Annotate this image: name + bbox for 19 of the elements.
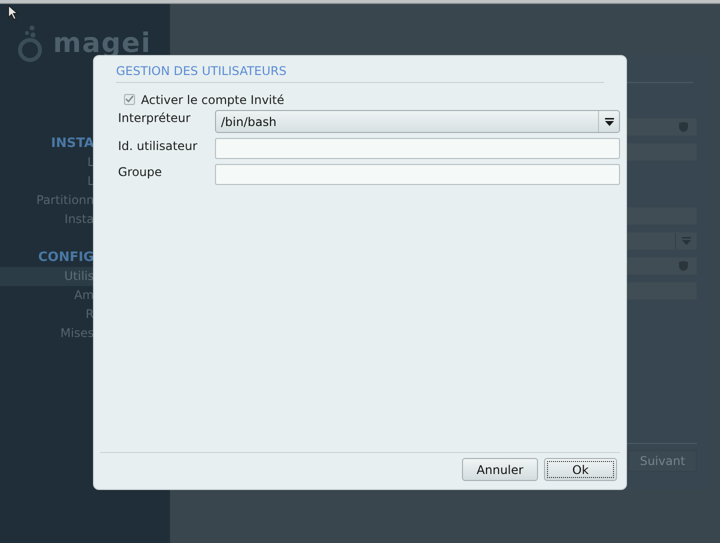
field-label: Id. utilisateur	[118, 138, 198, 153]
dialog-button[interactable]: Annuler	[462, 458, 538, 481]
dropdown-arrow-icon	[604, 118, 614, 126]
field-label: Interpréteur	[118, 110, 192, 125]
section-title: INSTA	[50, 135, 94, 153]
shield-icon	[679, 261, 688, 271]
field-label: Groupe	[118, 164, 163, 179]
dialog-button[interactable]: Ok	[544, 458, 617, 481]
input-field[interactable]	[215, 164, 620, 185]
checkbox[interactable]	[124, 94, 135, 104]
next-button[interactable]: Suivant	[628, 450, 697, 472]
checkbox-label: Activer le compte Invité	[141, 92, 284, 106]
section-title: CONFIG	[37, 249, 94, 267]
input-field[interactable]	[215, 138, 620, 159]
dialog-title: GESTION DES UTILISATEURS	[116, 64, 287, 78]
dropdown-arrow-icon	[682, 237, 690, 245]
shield-icon	[679, 122, 688, 132]
pointer-icon	[8, 5, 18, 20]
dropdown[interactable]: /bin/bash	[215, 110, 620, 133]
